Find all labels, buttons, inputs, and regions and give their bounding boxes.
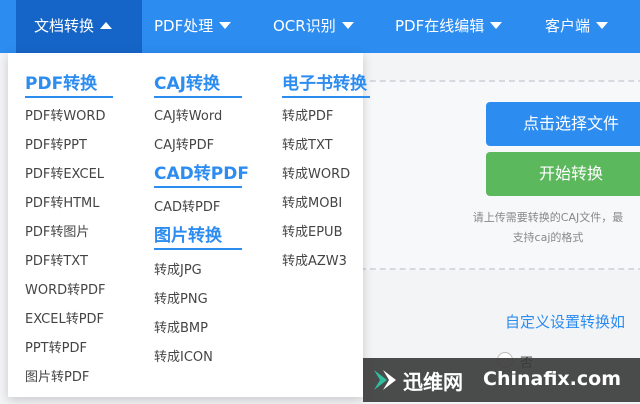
section-title-pdf-convert: PDF转换: [25, 74, 98, 94]
menu-item-pdf-to-image[interactable]: PDF转图片: [25, 221, 89, 240]
watermark-en-text: Chinafix.com: [483, 368, 622, 390]
upload-hint-line2: 支持caj的格式: [512, 231, 584, 244]
chevron-down-icon: [490, 22, 503, 29]
nav-pdf-process[interactable]: PDF处理: [154, 0, 232, 53]
menu-item-to-mobi[interactable]: 转成MOBI: [282, 192, 342, 211]
menu-item-to-pdf[interactable]: 转成PDF: [282, 105, 333, 124]
section-title-ebook-convert: 电子书转换: [282, 74, 367, 94]
doc-convert-dropdown: PDF转换 PDF转WORD PDF转PPT PDF转EXCEL PDF转HTM…: [8, 53, 370, 397]
start-convert-button[interactable]: 开始转换: [486, 152, 640, 196]
nav-pdf-edit-label: PDF在线编辑: [395, 17, 485, 35]
select-file-button[interactable]: 点击选择文件: [486, 102, 640, 146]
chevron-down-icon: [596, 22, 609, 29]
menu-item-to-bmp[interactable]: 转成BMP: [154, 317, 208, 336]
menu-item-to-jpg[interactable]: 转成JPG: [154, 259, 202, 278]
menu-item-pdf-to-txt[interactable]: PDF转TXT: [25, 250, 88, 269]
section-title-caj-convert: CAJ转换: [154, 74, 220, 94]
upload-hint: 请上传需要转换的CAJ文件，最 支持caj的格式: [448, 208, 640, 248]
menu-item-pdf-to-excel[interactable]: PDF转EXCEL: [25, 163, 104, 182]
section-title-image-convert: 图片转换: [154, 226, 222, 246]
nav-ocr-label: OCR识别: [273, 17, 336, 35]
nav-pdf-process-label: PDF处理: [154, 17, 214, 35]
nav-pdf-edit[interactable]: PDF在线编辑: [395, 0, 503, 53]
menu-item-to-azw3[interactable]: 转成AZW3: [282, 250, 347, 269]
section-underline: [154, 186, 242, 188]
section-underline: [25, 96, 113, 98]
chevron-down-icon: [341, 22, 354, 29]
menu-item-pdf-to-html[interactable]: PDF转HTML: [25, 192, 100, 211]
section-title-cad-to-pdf: CAD转PDF: [154, 164, 249, 184]
watermark-cn-text: 迅维网: [403, 370, 463, 394]
upload-hint-line1: 请上传需要转换的CAJ文件，最: [472, 211, 624, 224]
chevron-up-icon: [100, 22, 113, 29]
menu-item-pdf-to-word[interactable]: PDF转WORD: [25, 105, 105, 124]
menu-item-pdf-to-ppt[interactable]: PDF转PPT: [25, 134, 87, 153]
custom-settings-title: 自定义设置转换如: [505, 313, 626, 331]
menu-item-excel-to-pdf[interactable]: EXCEL转PDF: [25, 308, 104, 327]
menu-item-to-icon[interactable]: 转成ICON: [154, 346, 213, 365]
menu-item-image-to-pdf[interactable]: 图片转PDF: [25, 366, 89, 385]
menu-item-caj-to-word[interactable]: CAJ转Word: [154, 105, 222, 124]
nav-client-label: 客户端: [545, 17, 591, 35]
watermark-banner: 迅维网 Chinafix.com: [363, 358, 640, 402]
nav-doc-convert[interactable]: 文档转换: [16, 0, 142, 53]
menu-item-cad-to-pdf[interactable]: CAD转PDF: [154, 196, 220, 215]
top-nav: 文档转换 PDF处理 OCR识别 PDF在线编辑 客户端: [0, 0, 640, 53]
nav-client[interactable]: 客户端: [545, 0, 609, 53]
nav-ocr[interactable]: OCR识别: [273, 0, 354, 53]
section-underline: [154, 96, 242, 98]
chinafix-logo-icon: [374, 370, 396, 390]
menu-item-word-to-pdf[interactable]: WORD转PDF: [25, 279, 105, 298]
chevron-down-icon: [219, 22, 232, 29]
section-underline: [154, 248, 242, 250]
nav-doc-convert-label: 文档转换: [34, 17, 95, 35]
menu-item-to-epub[interactable]: 转成EPUB: [282, 221, 343, 240]
menu-item-to-word[interactable]: 转成WORD: [282, 163, 350, 182]
menu-item-caj-to-pdf[interactable]: CAJ转PDF: [154, 134, 214, 153]
menu-item-to-txt[interactable]: 转成TXT: [282, 134, 333, 153]
menu-item-to-png[interactable]: 转成PNG: [154, 288, 208, 307]
menu-item-ppt-to-pdf[interactable]: PPT转PDF: [25, 337, 87, 356]
section-underline: [282, 96, 370, 98]
